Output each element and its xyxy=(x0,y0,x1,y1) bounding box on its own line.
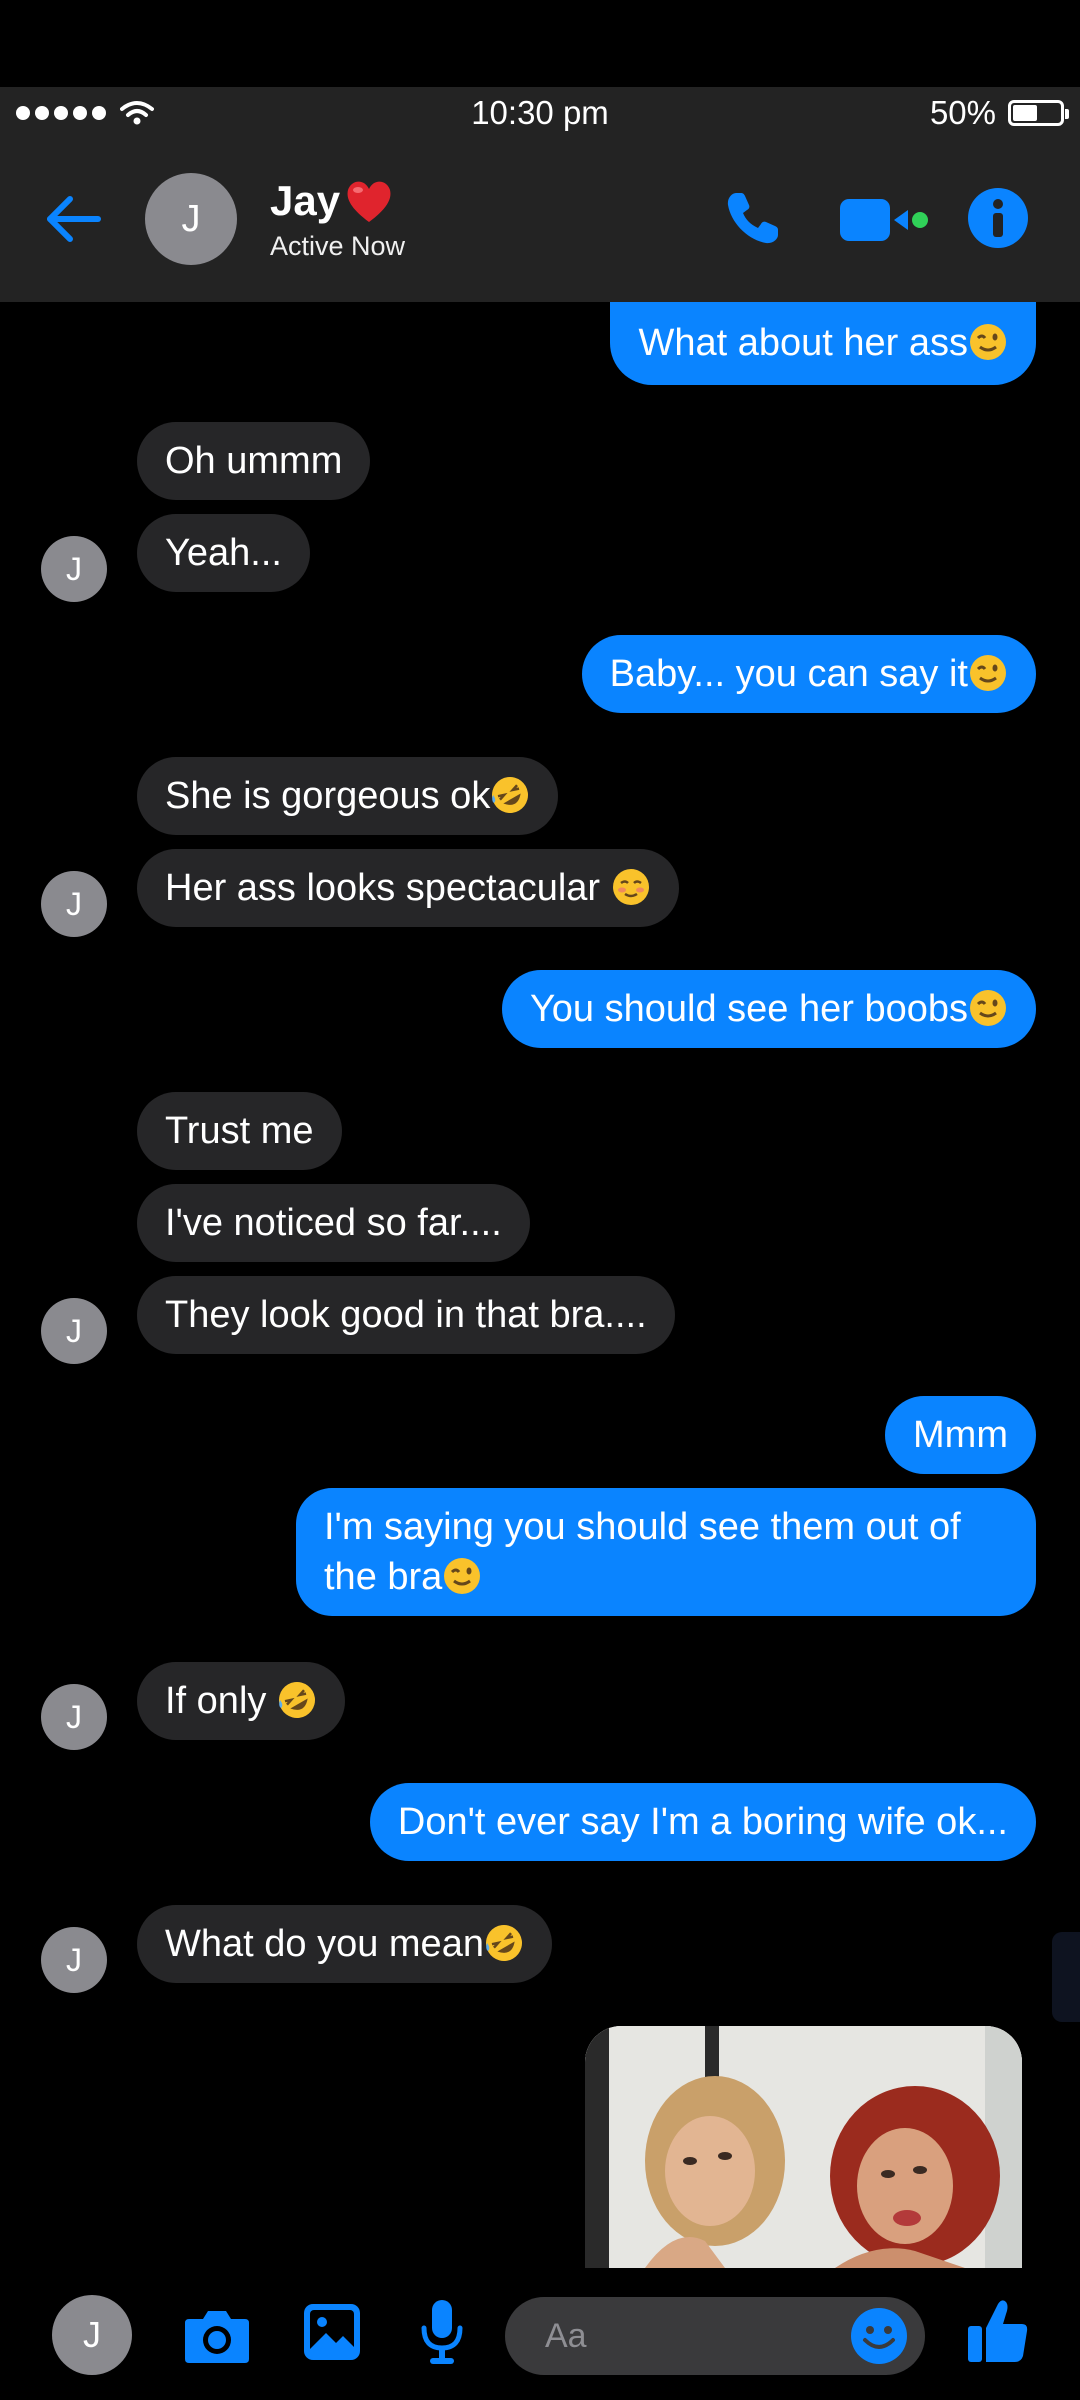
message-text: She is gorgeous ok xyxy=(165,775,491,817)
scroll-indicator[interactable] xyxy=(1052,1932,1080,2022)
video-call-icon[interactable] xyxy=(838,195,930,245)
my-avatar-initial: J xyxy=(83,2314,101,2355)
message-input[interactable]: Aa xyxy=(505,2297,925,2375)
incoming-message[interactable]: I've noticed so far.... xyxy=(137,1184,530,1262)
contact-info[interactable]: Jay Active Now xyxy=(270,177,405,262)
incoming-message[interactable]: Trust me xyxy=(137,1092,342,1170)
message-text: You should see her boobs xyxy=(529,988,968,1030)
sender-avatar[interactable]: J xyxy=(41,1927,107,1993)
outgoing-message[interactable]: I'm saying you should see them out of th… xyxy=(296,1488,1036,1616)
incoming-message[interactable]: Her ass looks spectacular xyxy=(137,849,679,927)
message-text: If only xyxy=(165,1680,277,1722)
emoji-icon[interactable] xyxy=(849,2306,909,2366)
wifi-icon xyxy=(120,101,154,125)
message-text: Oh ummm xyxy=(165,440,343,482)
message-text: What do you mean xyxy=(165,1923,484,1965)
back-arrow-icon[interactable] xyxy=(42,187,106,251)
smiling-blush-emoji-icon xyxy=(612,869,649,905)
sender-avatar-initial: J xyxy=(66,1312,82,1349)
status-bar: 10:30 pm 50% xyxy=(0,87,1080,139)
outgoing-message[interactable]: What about her ass xyxy=(610,302,1036,385)
battery-icon xyxy=(1008,100,1069,126)
incoming-message[interactable]: What do you mean xyxy=(137,1905,552,1983)
sender-avatar[interactable]: J xyxy=(41,536,107,602)
outgoing-message[interactable]: Don't ever say I'm a boring wife ok... xyxy=(369,1783,1036,1861)
wink-emoji-icon xyxy=(970,990,1006,1026)
sender-avatar[interactable]: J xyxy=(41,1684,107,1750)
incoming-message[interactable]: She is gorgeous ok xyxy=(137,757,559,835)
rofl-emoji-icon xyxy=(485,1925,522,1961)
photo-placeholder xyxy=(585,2026,1022,2268)
sender-avatar-initial: J xyxy=(66,550,82,587)
status-time: 10:30 pm xyxy=(471,94,609,131)
thumbs-up-icon[interactable] xyxy=(966,2296,1030,2366)
message-text: What about her ass xyxy=(638,322,968,364)
camera-icon[interactable] xyxy=(183,2305,251,2365)
info-icon[interactable] xyxy=(967,187,1029,249)
message-text: Don't ever say I'm a boring wife ok... xyxy=(397,1801,1008,1843)
wink-emoji-icon xyxy=(970,324,1006,360)
message-text: I'm saying you should see them out of th… xyxy=(324,1506,961,1598)
messenger-screen: 10:30 pm 50% J Jay Active Now What about… xyxy=(0,0,1080,2400)
sender-avatar-initial: J xyxy=(66,1941,82,1978)
incoming-message[interactable]: They look good in that bra.... xyxy=(137,1276,675,1354)
my-avatar[interactable]: J xyxy=(52,2295,132,2375)
message-input-placeholder: Aa xyxy=(545,2316,587,2355)
wink-emoji-icon xyxy=(970,655,1006,691)
sender-avatar[interactable]: J xyxy=(41,1298,107,1364)
sender-avatar[interactable]: J xyxy=(41,871,107,937)
photo-gallery-icon[interactable] xyxy=(301,2301,363,2363)
sender-avatar-initial: J xyxy=(66,885,82,922)
signal-strength-icon xyxy=(16,106,106,120)
contact-status: Active Now xyxy=(270,231,406,261)
message-list[interactable]: What about her ass Oh ummm Yeah... J Bab… xyxy=(0,302,1080,2268)
message-text: Her ass looks spectacular xyxy=(165,867,611,909)
wink-emoji-icon xyxy=(444,1558,481,1594)
outgoing-message[interactable]: Mmm xyxy=(885,1396,1036,1474)
contact-name: Jay xyxy=(270,177,341,224)
contact-avatar[interactable]: J xyxy=(145,173,237,265)
photo-attachment[interactable] xyxy=(585,2026,1022,2268)
message-text: Baby... you can say it xyxy=(609,653,968,695)
message-text: Yeah... xyxy=(165,532,282,574)
incoming-message[interactable]: Yeah... xyxy=(137,514,310,592)
outgoing-message[interactable]: Baby... you can say it xyxy=(581,635,1036,713)
conversation-header: J Jay Active Now xyxy=(0,139,1080,302)
message-text: I've noticed so far.... xyxy=(165,1202,502,1244)
composer-bar: J Aa xyxy=(0,2268,1080,2400)
incoming-message[interactable]: If only xyxy=(137,1662,345,1740)
contact-avatar-initial: J xyxy=(181,197,201,240)
battery-percent: 50% xyxy=(929,94,996,131)
message-text: Mmm xyxy=(913,1414,1008,1456)
phone-icon[interactable] xyxy=(722,189,782,249)
rofl-emoji-icon xyxy=(278,1682,315,1718)
red-heart-icon xyxy=(347,181,391,222)
microphone-icon[interactable] xyxy=(418,2298,466,2366)
rofl-emoji-icon xyxy=(492,777,529,813)
incoming-message[interactable]: Oh ummm xyxy=(137,422,371,500)
outgoing-message[interactable]: You should see her boobs xyxy=(501,970,1036,1048)
message-text: They look good in that bra.... xyxy=(165,1294,647,1336)
message-text: Trust me xyxy=(165,1110,314,1152)
sender-avatar-initial: J xyxy=(66,1698,82,1735)
